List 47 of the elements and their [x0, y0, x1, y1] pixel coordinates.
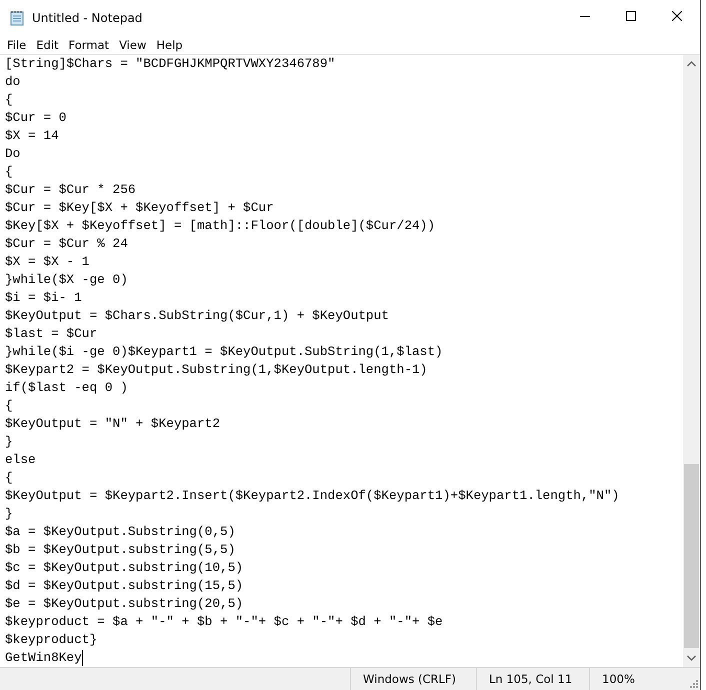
scroll-down-icon[interactable]	[687, 655, 696, 661]
code-line: [String]$Chars = "BCDFGHJKMPQRTVWXY2346789"	[5, 55, 336, 73]
code-line: $Cur = 0	[5, 109, 66, 127]
code-line: {	[5, 91, 13, 109]
code-line: $keyproduct = $a + "-" + $b + "-"+ $c + "-"+ $d + "-"+ $e	[5, 613, 443, 631]
code-line: $i = $i- 1	[5, 289, 82, 307]
code-line: GetWin8Key	[5, 649, 82, 667]
code-line: $keyproduct}	[5, 631, 98, 649]
code-line: $Key[$X + $Keyoffset] = [math]::Floor([double]($Cur/24))	[5, 217, 436, 235]
code-line: $b = $KeyOutput.substring(5,5)	[5, 541, 236, 559]
code-line: do	[5, 73, 20, 91]
code-line: if($last -eq 0 )	[5, 379, 128, 397]
code-line: }while($X -ge 0)	[5, 271, 128, 289]
code-line: {	[5, 397, 13, 415]
code-line: $KeyOutput = "N" + $Keypart2	[5, 415, 220, 433]
code-line: $Cur = $Cur * 256	[5, 181, 136, 199]
code-line: Do	[5, 145, 20, 163]
code-line: else	[5, 451, 36, 469]
code-line: $e = $KeyOutput.substring(20,5)	[5, 595, 244, 613]
code-line: {	[5, 469, 13, 487]
code-line: $KeyOutput = $Keypart2.Insert($Keypart2.IndexOf($Keypart1)+$Keypart1.length,"N")	[5, 487, 620, 505]
code-line: }while($i -ge 0)$Keypart1 = $KeyOutput.SubString(1,$last)	[5, 343, 443, 361]
scroll-up-icon[interactable]	[687, 61, 696, 67]
status-text: Ln 105, Col 11	[489, 672, 572, 686]
maximize-icon	[626, 11, 636, 21]
code-line: $KeyOutput = $Chars.SubString($Cur,1) + $KeyOutput	[5, 307, 389, 325]
status-text: 100%	[602, 672, 635, 686]
code-line: $Cur = $Key[$X + $Keyoffset] + $Cur	[5, 199, 274, 217]
code-line: $a = $KeyOutput.Substring(0,5)	[5, 523, 236, 541]
scrollbar[interactable]	[683, 55, 700, 667]
code-line: }	[5, 505, 13, 523]
code-line: $Cur = $Cur % 24	[5, 235, 128, 253]
status-text: Windows (CRLF)	[363, 672, 456, 686]
code-line: $Keypart2 = $KeyOutput.Substring(1,$KeyOutput.length-1)	[5, 361, 428, 379]
code-line: $X = $X - 1	[5, 253, 90, 271]
window-title: Untitled - Notepad	[32, 10, 142, 24]
text-cursor	[82, 650, 83, 666]
code-line: $X = 14	[5, 127, 59, 145]
code-line: $last = $Cur	[5, 325, 98, 343]
code-line: $c = $KeyOutput.substring(10,5)	[5, 559, 244, 577]
resize-grip-icon[interactable]	[688, 678, 698, 688]
close-icon	[672, 11, 682, 21]
scrollbar-thumb[interactable]	[684, 464, 699, 648]
code-line: }	[5, 433, 13, 451]
code-line: $d = $KeyOutput.substring(15,5)	[5, 577, 244, 595]
notepad-icon	[9, 10, 25, 26]
code-line: {	[5, 163, 13, 181]
